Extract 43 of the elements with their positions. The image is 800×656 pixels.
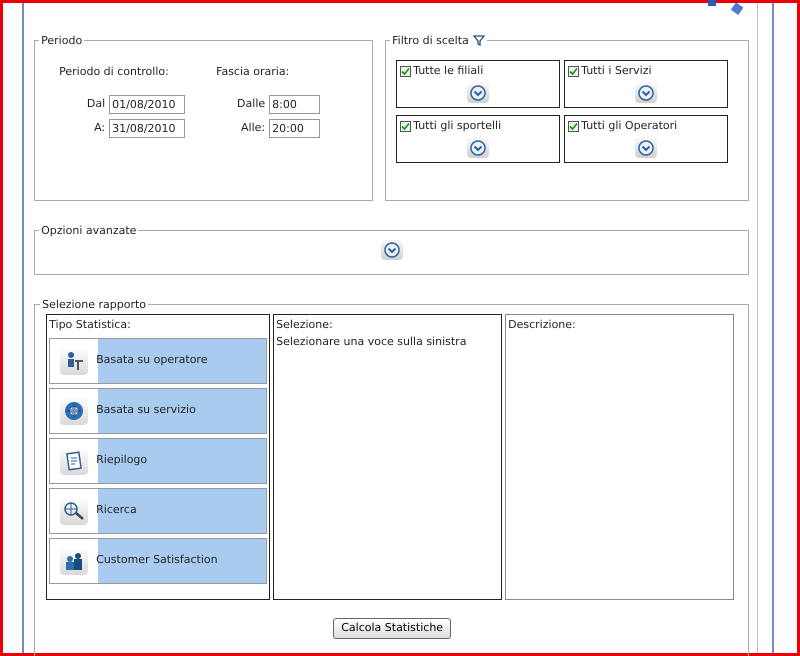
field-label: Alle: — [240, 120, 266, 136]
people-icon — [60, 546, 88, 574]
field-label: Periodo di controllo: — [59, 64, 170, 80]
checkbox-label: Tutti i Servizi — [581, 63, 652, 80]
section-title: Opzioni avanzate — [40, 225, 138, 236]
panel-heading: Tipo Statistica: — [49, 317, 132, 333]
statistic-type-item[interactable]: Basata su servizio — [49, 388, 268, 434]
checkbox[interactable] — [568, 66, 580, 78]
checkbox[interactable] — [568, 121, 580, 132]
checkbox-label: Tutti gli sportelli — [413, 118, 502, 134]
checkbox[interactable] — [400, 66, 412, 78]
panel-heading: Selezione: — [276, 317, 334, 333]
statistic-type-item[interactable]: Customer Satisfaction — [49, 538, 268, 584]
field-label: Dal — [86, 96, 106, 112]
text-field[interactable]: 8:00 — [269, 94, 320, 114]
field-label: Dalle — [236, 96, 266, 112]
field-label: Fascia oraria: — [216, 64, 290, 80]
expand-button[interactable] — [635, 138, 658, 158]
statistic-type-item[interactable]: Basata su operatore — [49, 338, 268, 384]
calculate-button[interactable]: Calcola Statistiche — [333, 618, 452, 638]
expand-button[interactable] — [380, 240, 403, 260]
globe-search-icon — [60, 496, 88, 524]
checkbox-label: Tutti gli Operatori — [581, 118, 678, 134]
statistic-type-item[interactable]: Ricerca — [49, 488, 268, 534]
expand-button[interactable] — [467, 82, 490, 103]
statistic-type-item[interactable]: Riepilogo — [49, 438, 268, 484]
field-label: A: — [93, 120, 106, 136]
text-field[interactable]: 20:00 — [269, 118, 320, 138]
section-title: Selezione rapporto — [41, 299, 148, 310]
checkbox-label: Tutte le filiali — [413, 63, 484, 80]
service-icon — [60, 396, 88, 424]
hint-text: Selezionare una voce sulla sinistra — [276, 334, 468, 350]
document-icon — [60, 446, 88, 474]
expand-button[interactable] — [467, 138, 490, 158]
section-title: Periodo — [40, 35, 84, 46]
panel-heading: Descrizione: — [508, 317, 577, 333]
section-title: Filtro di scelta — [392, 34, 469, 47]
text-field[interactable]: 01/08/2010 — [109, 94, 186, 114]
operator-icon — [60, 346, 88, 374]
checkbox[interactable] — [400, 121, 412, 132]
text-field[interactable]: 31/08/2010 — [109, 118, 186, 138]
expand-button[interactable] — [635, 82, 658, 103]
filter-icon — [472, 35, 485, 46]
